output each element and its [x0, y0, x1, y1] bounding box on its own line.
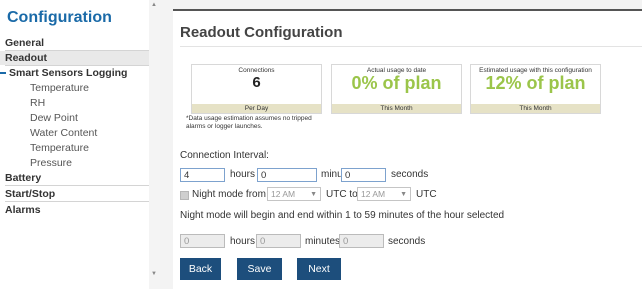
connection-interval-label: Connection Interval:	[180, 150, 269, 161]
seconds-label: seconds	[391, 169, 429, 180]
sidebar-scrollbar[interactable]: ▲ ▼	[149, 0, 160, 289]
night-mode-from-select[interactable]: 12 AM ▼	[267, 187, 321, 201]
sidebar-item-start-stop[interactable]: Start/Stop	[0, 187, 152, 202]
stat-footer: This Month	[332, 104, 461, 113]
scroll-down-icon[interactable]: ▼	[151, 271, 157, 277]
stat-value: 0% of plan	[351, 73, 442, 93]
interval-minutes-input[interactable]: 0	[257, 168, 317, 182]
stat-value: 12% of plan	[485, 73, 586, 93]
back-button[interactable]: Back	[180, 258, 221, 280]
usage-note: *Data usage estimation assumes no trippe…	[186, 115, 312, 130]
sidebar-item-battery[interactable]: Battery	[0, 171, 152, 186]
minutes-label: minutes	[305, 236, 341, 247]
stat-footer: This Month	[471, 104, 600, 113]
stat-label: Connections	[238, 67, 275, 74]
hours-label: hours	[230, 236, 256, 247]
select-value: 12 AM	[271, 189, 296, 199]
sidebar-item-smart-sensors-logging[interactable]: Smart Sensors Logging	[0, 66, 156, 80]
night-mode-to-select[interactable]: 12 AM ▼	[357, 187, 411, 201]
night-minutes-input[interactable]: 0	[256, 234, 301, 248]
utc-to-label: UTC to	[326, 189, 358, 200]
sidebar-item-general[interactable]: General	[0, 36, 152, 51]
utc-label: UTC	[416, 189, 437, 200]
seconds-label: seconds	[388, 236, 426, 247]
stat-actual-usage: Actual usage to date 0% of plan This Mon…	[331, 64, 462, 114]
night-seconds-input[interactable]: 0	[339, 234, 384, 248]
content-panel: Readout Configuration Connections 6 Per …	[173, 9, 642, 289]
stat-footer: Per Day	[192, 104, 321, 113]
sidebar-title: Configuration	[7, 9, 112, 26]
stat-estimated-usage: Estimated usage with this configuration …	[470, 64, 601, 114]
night-mode-checkbox[interactable]	[180, 191, 189, 200]
select-value: 12 AM	[361, 189, 386, 199]
sidebar: Configuration General Readout Smart Sens…	[0, 0, 160, 289]
interval-seconds-input[interactable]: 0	[341, 168, 386, 182]
page-title: Readout Configuration	[180, 24, 343, 41]
night-hours-input[interactable]: 0	[180, 234, 225, 248]
main-area: Readout Configuration Connections 6 Per …	[160, 0, 642, 289]
hours-label: hours	[230, 169, 256, 180]
chevron-down-icon: ▼	[400, 191, 407, 198]
panel-top-border	[173, 9, 642, 11]
stat-connections: Connections 6 Per Day	[191, 64, 322, 114]
chevron-down-icon: ▼	[310, 191, 317, 198]
sidebar-item-alarms[interactable]: Alarms	[0, 203, 152, 217]
title-divider	[180, 46, 642, 47]
sidebar-item-readout[interactable]: Readout	[0, 51, 152, 66]
night-mode-label: Night mode from	[192, 189, 266, 200]
stat-value: 6	[252, 74, 261, 91]
save-button[interactable]: Save	[237, 258, 282, 280]
interval-hours-input[interactable]: 4	[180, 168, 225, 182]
next-button[interactable]: Next	[297, 258, 341, 280]
sidebar-item-label: Smart Sensors Logging	[9, 67, 128, 79]
expand-dash-icon	[0, 72, 6, 74]
scroll-up-icon[interactable]: ▲	[151, 2, 157, 8]
night-mode-info: Night mode will begin and end within 1 t…	[180, 210, 505, 221]
